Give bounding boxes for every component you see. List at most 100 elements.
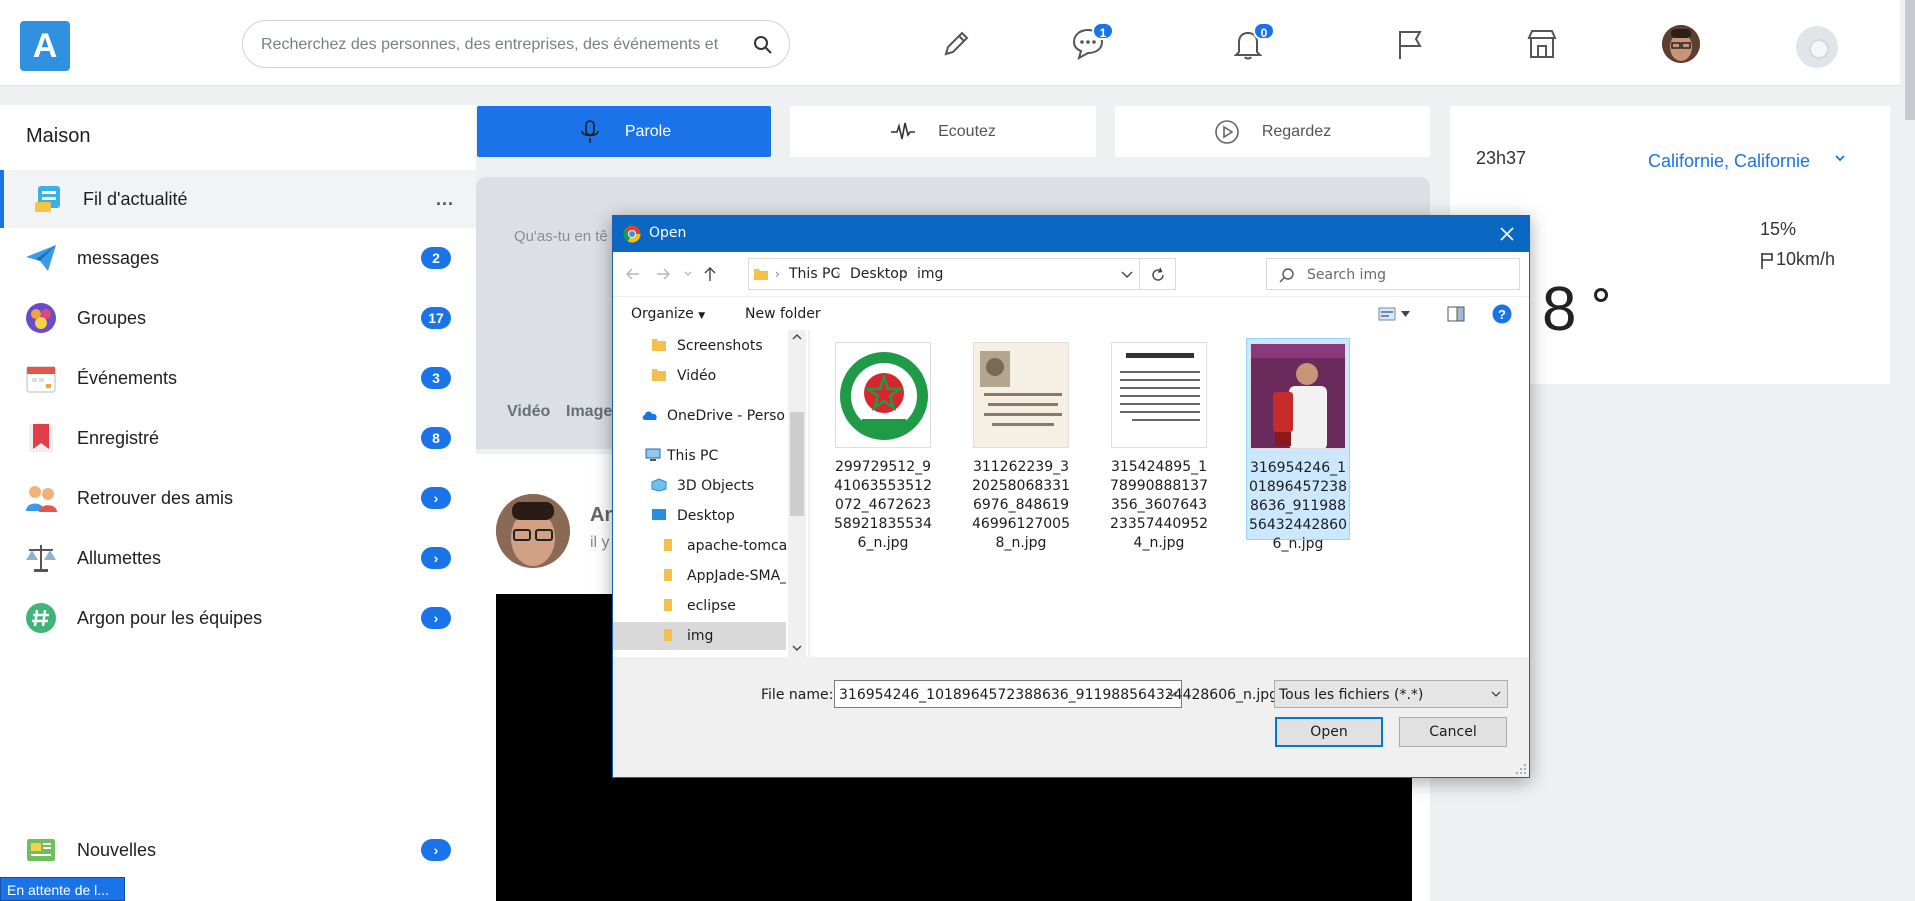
scroll-down-icon[interactable] xyxy=(792,643,802,653)
count-badge: 8 xyxy=(421,427,451,449)
chevron-down-icon[interactable] xyxy=(1167,690,1177,698)
dialog-title: Open xyxy=(649,225,687,241)
sidebar-item-matches[interactable]: Allumettes › xyxy=(0,529,476,587)
global-search[interactable] xyxy=(242,20,790,68)
tree-item-eclipse[interactable]: eclipse xyxy=(613,592,786,620)
navigation-pane: Screenshots Vidéo OneDrive - Person This… xyxy=(613,330,808,657)
up-arrow-icon[interactable] xyxy=(702,266,718,282)
tree-item-img[interactable]: img xyxy=(613,622,786,650)
page-scrollbar[interactable] xyxy=(1905,0,1915,120)
store-icon[interactable] xyxy=(1524,26,1560,62)
file-type-select[interactable]: Tous les fichiers (*.*) xyxy=(1274,680,1508,708)
sidebar-item-newsfeed[interactable]: Fil d'actualité ... xyxy=(0,170,476,228)
search-input[interactable] xyxy=(261,32,721,58)
view-dropdown-chevron-icon[interactable] xyxy=(1401,311,1410,317)
sidebar-item-find-friends[interactable]: Retrouver des amis › xyxy=(0,469,476,527)
file-item[interactable]: 299729512_941063553512072_46726235892183… xyxy=(832,338,936,551)
scroll-up-icon[interactable] xyxy=(792,332,802,342)
tree-item-screenshots[interactable]: Screenshots xyxy=(613,332,786,360)
composer-video-button[interactable]: Vidéo xyxy=(507,403,550,421)
recent-locations-chevron-icon[interactable] xyxy=(683,266,693,282)
breadcrumb-this-pc[interactable]: This PC xyxy=(789,266,840,282)
forward-arrow-icon[interactable] xyxy=(655,266,671,282)
organize-label: Organize xyxy=(631,306,694,322)
dialog-footer: File name: 316954246_1018964572388636_91… xyxy=(613,657,1529,777)
tab-ecoutez[interactable]: Ecoutez xyxy=(790,106,1096,157)
organize-button[interactable]: Organize ▼ xyxy=(631,306,705,322)
user-avatar[interactable] xyxy=(1662,25,1700,63)
app-logo[interactable]: A xyxy=(20,21,70,71)
flag-icon[interactable] xyxy=(1392,26,1428,62)
composer-placeholder[interactable]: Qu'as-tu en tê xyxy=(514,228,608,245)
file-item[interactable]: 311262239_3202580683316976_8486194699612… xyxy=(970,338,1074,551)
count-badge: 2 xyxy=(421,247,451,269)
file-item[interactable]: 315424895_178990888137356_36076432335744… xyxy=(1108,338,1212,551)
chevron-right-badge: › xyxy=(421,839,451,861)
tree-item-label: img xyxy=(687,628,714,644)
close-icon[interactable] xyxy=(1495,222,1519,246)
settings-gear-icon[interactable] xyxy=(1796,26,1838,68)
tree-item-desktop[interactable]: Desktop xyxy=(613,502,786,530)
tree-item-label: AppJade-SMA_ xyxy=(687,568,786,584)
dialog-search-box[interactable] xyxy=(1266,258,1520,290)
tree-item-3d-objects[interactable]: 3D Objects xyxy=(613,472,786,500)
tree-item-video[interactable]: Vidéo xyxy=(613,362,786,390)
more-options-icon[interactable]: ... xyxy=(436,189,454,210)
tree-item-this-pc[interactable]: This PC xyxy=(613,442,786,470)
tab-regardez[interactable]: Regardez xyxy=(1115,106,1430,157)
file-item-selected[interactable]: 316954246_1018964572388636_9119885643244… xyxy=(1246,338,1350,552)
file-type-value: Tous les fichiers (*.*) xyxy=(1279,687,1424,703)
back-arrow-icon[interactable] xyxy=(625,266,641,282)
tree-item-label: This PC xyxy=(667,448,719,464)
post-author-avatar[interactable] xyxy=(496,494,570,568)
scrollbar-thumb[interactable] xyxy=(790,412,804,516)
sidebar-item-news[interactable]: Nouvelles › xyxy=(0,821,476,879)
breadcrumb-desktop[interactable]: Desktop xyxy=(850,266,908,282)
file-name-value[interactable]: 316954246_1018964572388636_9119885643244… xyxy=(839,687,1278,703)
composer-image-button[interactable]: Image xyxy=(566,403,612,421)
tree-item-appjade[interactable]: AppJade-SMA_ xyxy=(613,562,786,590)
cancel-button[interactable]: Cancel xyxy=(1399,717,1507,747)
image-thumbnail xyxy=(1250,343,1346,449)
tree-scrollbar[interactable] xyxy=(788,330,806,657)
chevron-right-badge: › xyxy=(421,607,451,629)
address-bar[interactable]: › This PC › Desktop › img xyxy=(748,258,1140,290)
weather-temperature: 8 xyxy=(1542,275,1577,344)
chevron-down-icon[interactable] xyxy=(1834,152,1846,164)
post-timestamp: il y xyxy=(590,534,610,551)
resize-grip-icon[interactable] xyxy=(1515,763,1527,775)
new-folder-button[interactable]: New folder xyxy=(745,306,821,322)
degree-symbol-icon xyxy=(1594,288,1608,302)
tree-item-onedrive[interactable]: OneDrive - Person xyxy=(613,402,786,430)
dialog-titlebar[interactable]: Open xyxy=(613,216,1529,252)
sidebar-item-events[interactable]: Événements 3 xyxy=(0,349,476,407)
open-button[interactable]: Open xyxy=(1275,717,1383,747)
sidebar-item-groups[interactable]: Groupes 17 xyxy=(0,289,476,347)
weather-location-dropdown[interactable]: Californie, Californie xyxy=(1648,151,1810,172)
sidebar-item-label: Argon pour les équipes xyxy=(77,607,263,628)
breadcrumb-img[interactable]: img xyxy=(917,266,943,282)
newsfeed-icon xyxy=(35,186,60,212)
wind-flag-icon xyxy=(1761,253,1773,269)
dialog-search-input[interactable] xyxy=(1307,265,1507,285)
help-icon[interactable]: ? xyxy=(1492,304,1512,324)
file-name-field[interactable]: 316954246_1018964572388636_9119885643244… xyxy=(834,680,1278,708)
sidebar-item-argon-teams[interactable]: Argon pour les équipes › xyxy=(0,589,476,647)
tab-parole[interactable]: Parole xyxy=(477,106,771,157)
tree-item-label: OneDrive - Person xyxy=(667,408,786,424)
chevron-down-icon[interactable] xyxy=(1491,690,1501,698)
folder-icon xyxy=(754,269,768,280)
tree-item-label: eclipse xyxy=(687,598,736,614)
edit-pencil-icon[interactable] xyxy=(938,26,974,62)
view-options-icon[interactable] xyxy=(1378,307,1396,321)
folder-icon xyxy=(664,629,672,641)
top-navbar: A 1 0 xyxy=(0,0,1900,86)
sidebar-item-messages[interactable]: messages 2 xyxy=(0,229,476,287)
tree-item-apache-tomcat[interactable]: apache-tomcat xyxy=(613,532,786,560)
breadcrumb-chevron-icon: › xyxy=(836,267,841,281)
preview-pane-icon[interactable] xyxy=(1447,306,1465,322)
sidebar-item-saved[interactable]: Enregistré 8 xyxy=(0,409,476,467)
address-dropdown-chevron-icon[interactable] xyxy=(1121,270,1133,280)
refresh-button[interactable] xyxy=(1140,258,1176,290)
search-icon[interactable] xyxy=(753,35,773,55)
